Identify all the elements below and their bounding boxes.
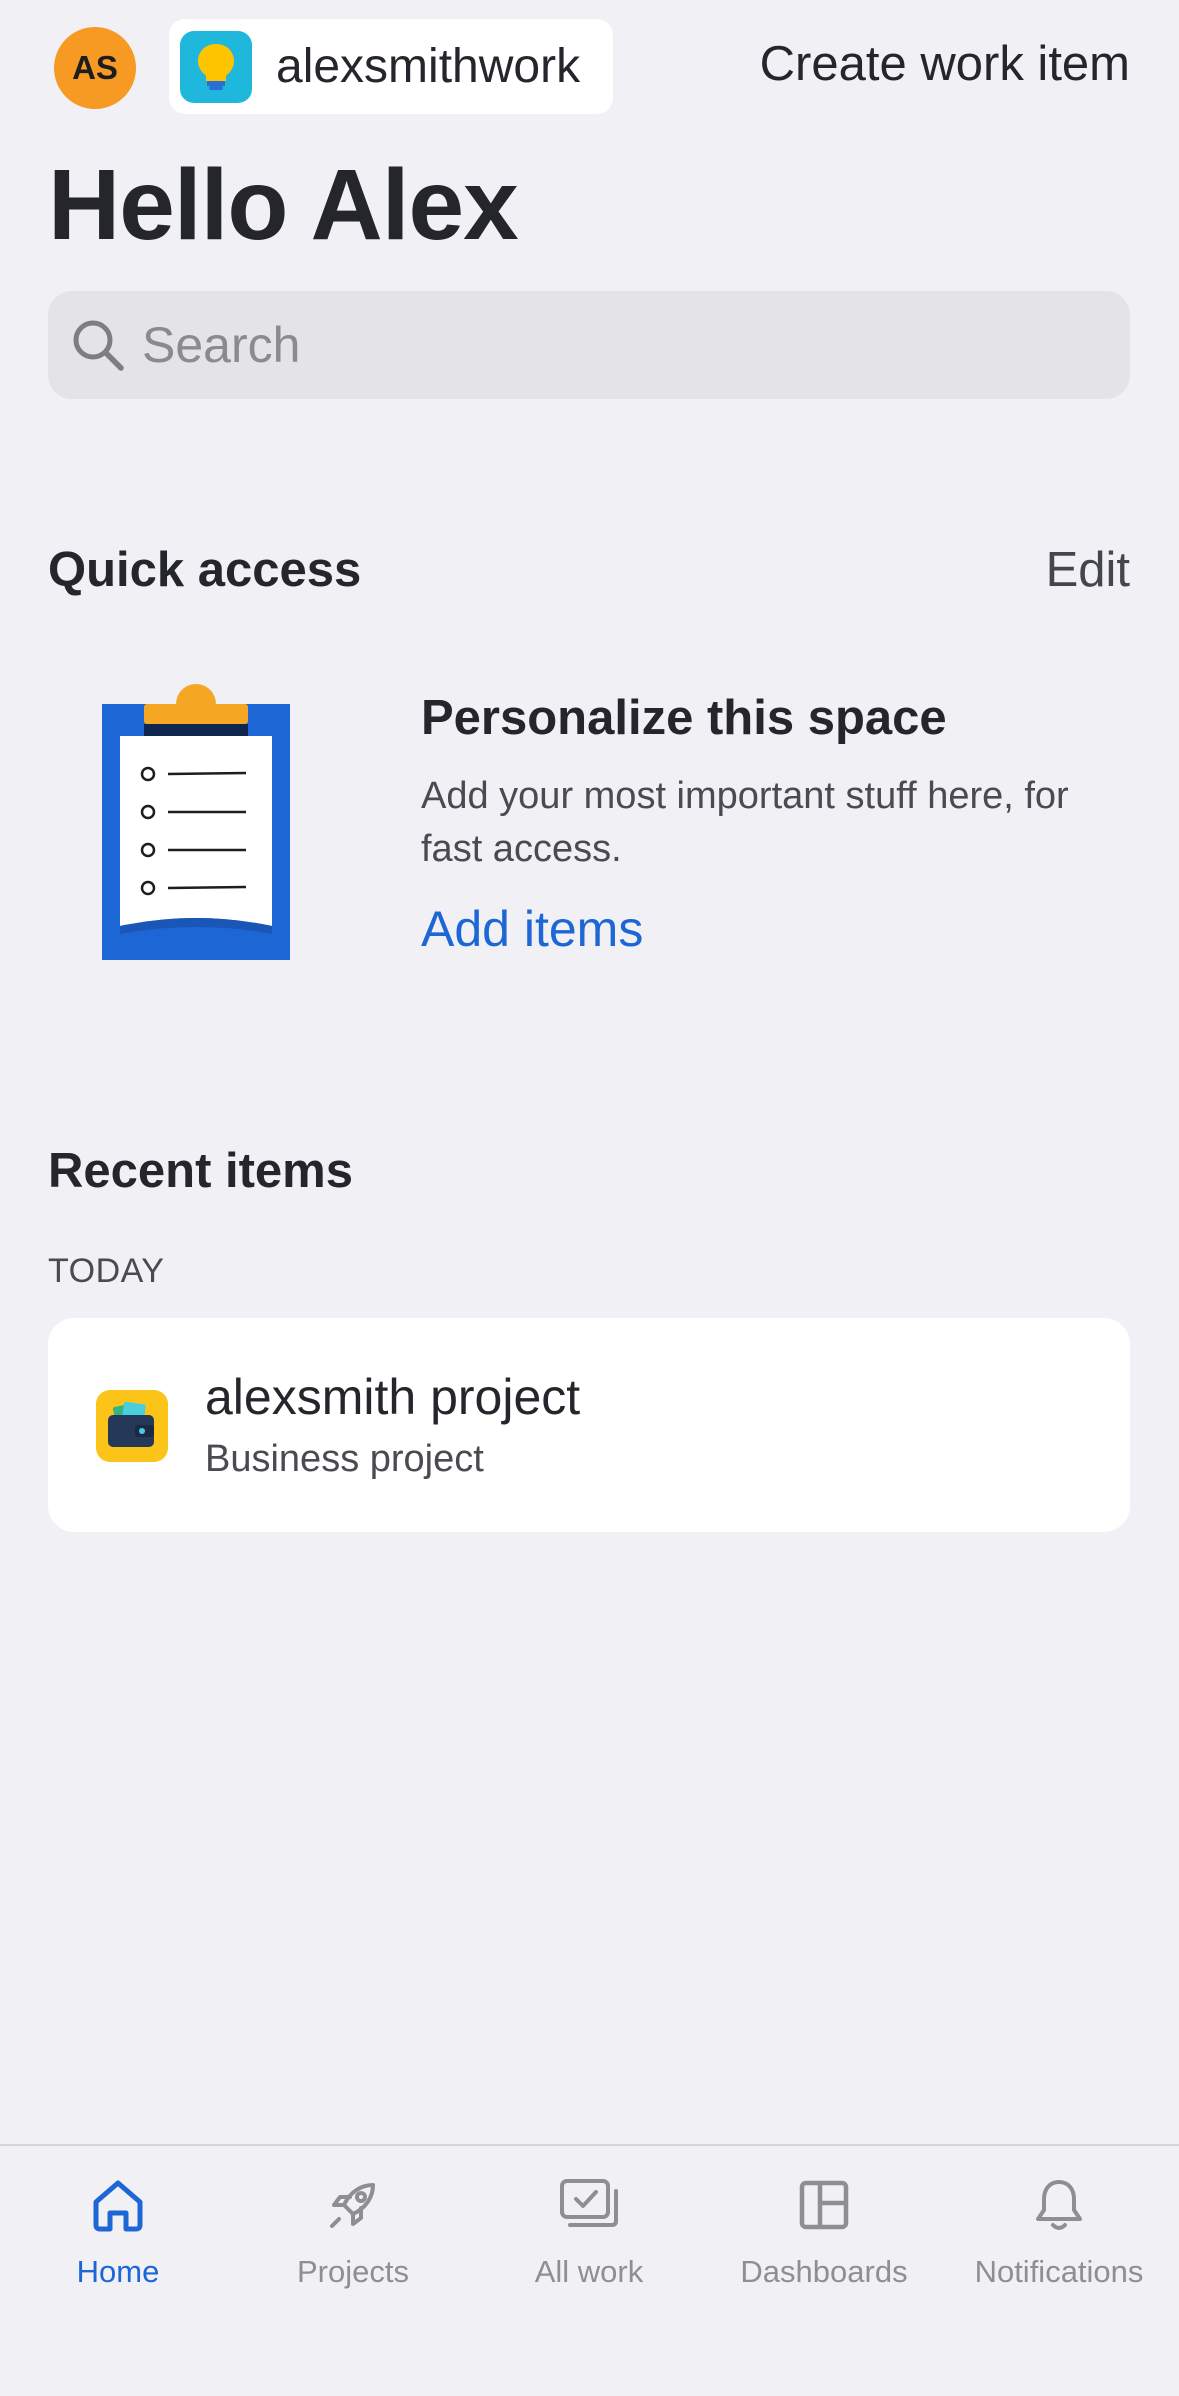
lightbulb-icon [180, 30, 252, 103]
tab-label: Projects [297, 2254, 409, 2289]
add-items-link[interactable]: Add items [421, 900, 643, 958]
recent-item[interactable]: alexsmith project Business project [48, 1318, 1130, 1532]
bottom-tab-bar: Home Projects All work Dashboards Notifi… [0, 2144, 1179, 2396]
search-bar[interactable] [48, 291, 1130, 399]
user-avatar[interactable]: AS [54, 27, 136, 109]
tab-projects[interactable]: Projects [235, 2172, 471, 2290]
tab-dashboards[interactable]: Dashboards [706, 2172, 942, 2290]
tab-notifications[interactable]: Notifications [941, 2172, 1177, 2290]
avatar-initials: AS [72, 49, 118, 86]
create-work-item-button[interactable]: Create work item [760, 36, 1130, 92]
page-title: Hello Alex [48, 149, 519, 261]
tab-label: Dashboards [740, 2254, 908, 2289]
tab-home[interactable]: Home [0, 2172, 236, 2290]
checklist-icon [556, 2172, 622, 2238]
home-icon [85, 2172, 151, 2238]
tab-all-work[interactable]: All work [471, 2172, 707, 2290]
personalize-description: Add your most important stuff here, for … [421, 775, 1069, 870]
tab-label: Home [76, 2254, 160, 2289]
edit-button[interactable]: Edit [1046, 542, 1130, 598]
dashboard-icon [791, 2172, 857, 2238]
recent-item-type: Business project [205, 1438, 484, 1480]
recent-item-name: alexsmith project [205, 1369, 581, 1425]
quick-access-title: Quick access [48, 543, 362, 597]
search-input[interactable] [142, 316, 1042, 374]
recent-items-title: Recent items [48, 1144, 354, 1198]
wallet-icon [96, 1390, 168, 1462]
recent-group-label: TODAY [48, 1252, 165, 1290]
tab-label: All work [534, 2254, 644, 2289]
rocket-icon [320, 2172, 386, 2238]
site-name: alexsmithwork [276, 40, 581, 93]
tab-label: Notifications [974, 2254, 1144, 2289]
clipboard-illustration [102, 684, 290, 960]
site-switcher[interactable]: alexsmithwork [169, 19, 613, 114]
search-icon [68, 315, 128, 375]
bell-icon [1026, 2172, 1092, 2238]
personalize-title: Personalize this space [421, 691, 947, 745]
